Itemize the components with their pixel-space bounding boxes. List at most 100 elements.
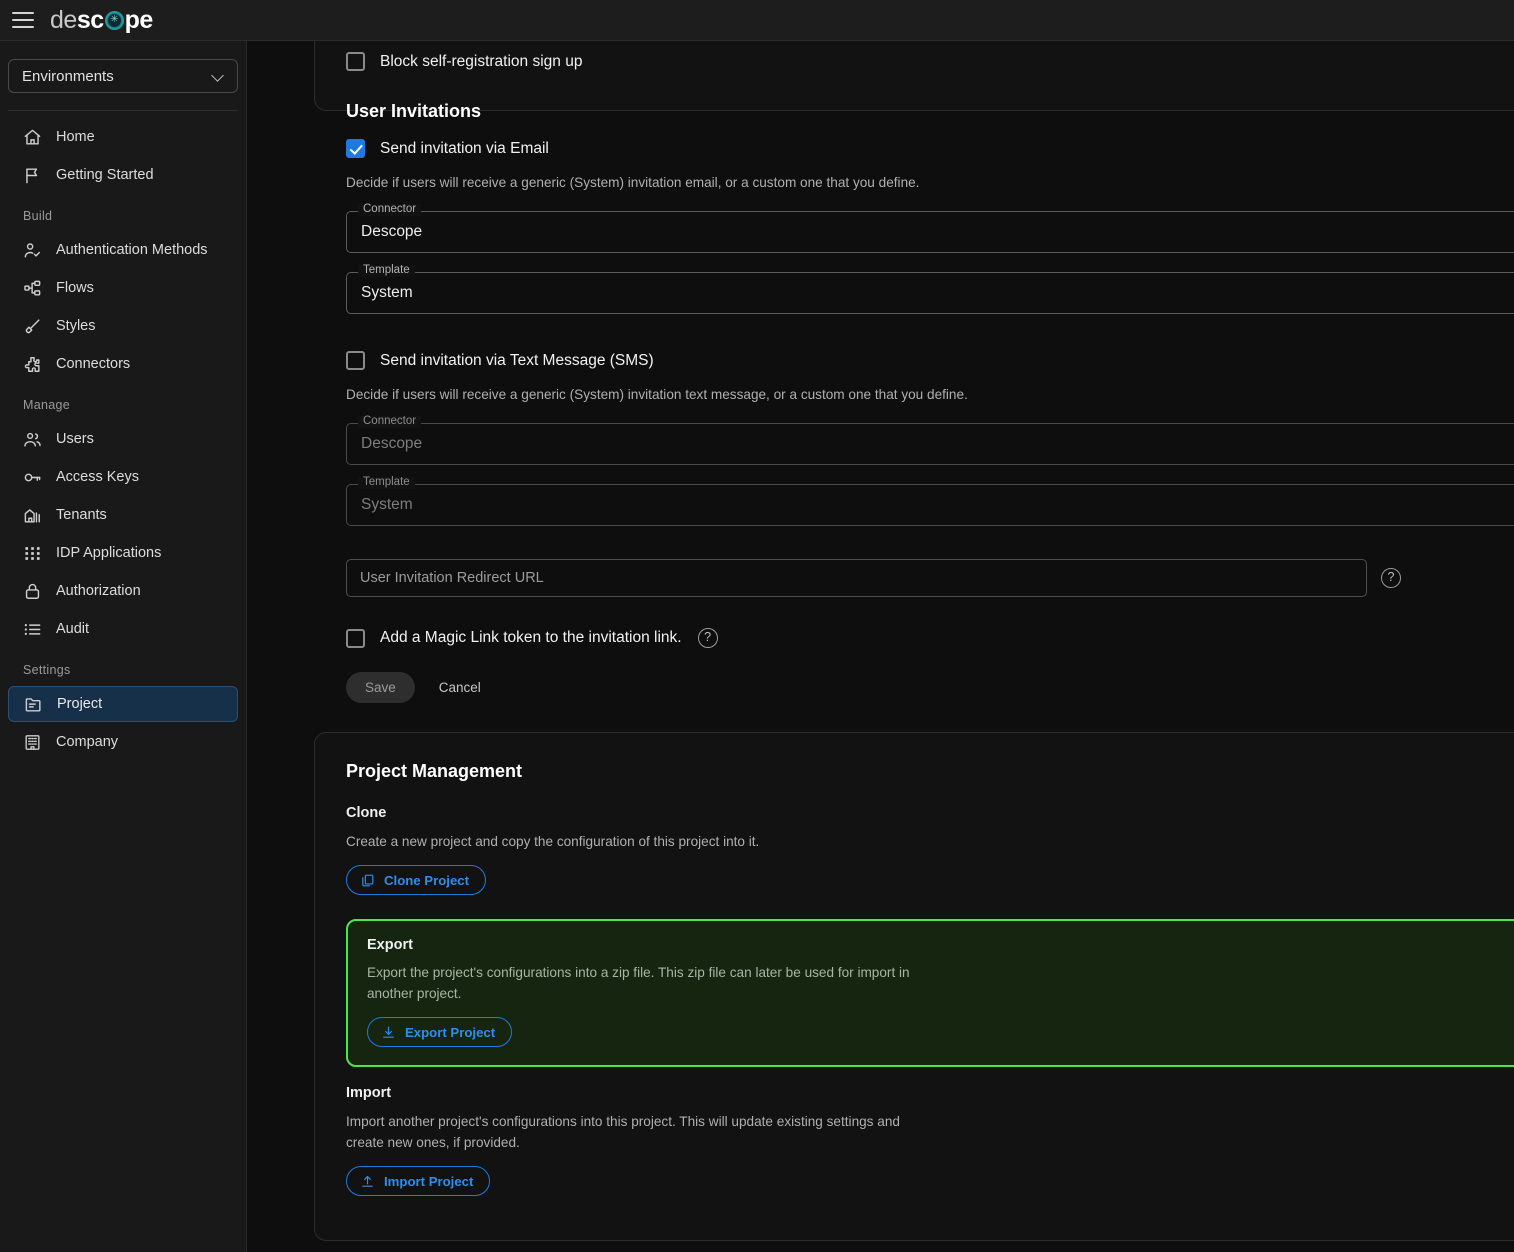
clone-project-button[interactable]: Clone Project (346, 865, 487, 896)
sidebar-item-flows[interactable]: Flows (8, 270, 238, 306)
block-self-registration-row[interactable]: Block self-registration sign up (346, 52, 1514, 71)
user-invitation-redirect-url-input[interactable]: User Invitation Redirect URL (346, 559, 1367, 598)
cancel-button[interactable]: Cancel (433, 680, 487, 695)
clone-project-button-label: Clone Project (384, 872, 470, 888)
sidebar-group-build: Build (23, 209, 53, 223)
sidebar-item-authorization[interactable]: Authorization (8, 573, 238, 609)
clone-heading: Clone (346, 805, 387, 821)
sidebar-item-users[interactable]: Users (8, 421, 238, 457)
email-connector-select[interactable]: Connector Descope (346, 204, 1514, 254)
flow-nodes-icon (23, 279, 42, 298)
send-invitation-email-row[interactable]: Send invitation via Email (346, 139, 1514, 158)
puzzle-piece-icon (23, 355, 42, 374)
main-content: Block self-registration sign up User Inv… (248, 41, 1514, 1252)
chevron-down-icon (212, 70, 225, 83)
sms-template-legend: Template (358, 477, 415, 489)
email-template-select[interactable]: Template System (346, 265, 1514, 315)
clone-description: Create a new project and copy the config… (346, 834, 760, 849)
upload-icon (360, 1174, 375, 1189)
user-invitations-title: User Invitations (346, 101, 482, 121)
home-icon (23, 128, 42, 147)
sidebar-item-home[interactable]: Home (8, 119, 238, 155)
send-invitation-sms-checkbox[interactable] (346, 351, 365, 371)
sidebar-item-label: Getting Started (56, 167, 154, 183)
block-self-registration-checkbox[interactable] (346, 52, 365, 71)
logo-text-pe: pe (124, 5, 154, 34)
project-management-panel: Project Management Clone Create a new pr… (314, 732, 1514, 1241)
sidebar-item-label: Access Keys (56, 469, 139, 485)
sms-invitation-description: Decide if users will receive a generic (… (346, 387, 968, 403)
logo-text-de: de (50, 5, 77, 34)
sidebar-group-settings: Settings (23, 663, 71, 677)
flag-icon (23, 166, 42, 185)
office-building-icon (23, 733, 42, 752)
user-check-icon (23, 241, 42, 260)
email-template-value: System (361, 284, 413, 302)
help-circle-icon[interactable]: ? (1381, 568, 1401, 589)
email-template-legend: Template (358, 265, 415, 277)
sidebar: Environments Home Getting Started Build … (0, 41, 247, 1252)
sidebar-item-label: Home (56, 129, 95, 145)
sidebar-item-audit[interactable]: Audit (8, 611, 238, 647)
sidebar-item-tenants[interactable]: Tenants (8, 497, 238, 533)
email-connector-legend: Connector (358, 204, 422, 216)
sidebar-item-connectors[interactable]: Connectors (8, 346, 238, 382)
sms-connector-select: Connector Descope (346, 416, 1514, 466)
export-section-highlighted: Export Export the project's configuratio… (346, 919, 1514, 1068)
sidebar-item-idp-applications[interactable]: IDP Applications (8, 535, 238, 571)
sidebar-item-label: Connectors (56, 356, 131, 372)
environments-selector-label: Environments (22, 67, 114, 85)
sidebar-item-label: Styles (56, 318, 96, 334)
paint-brush-icon (23, 317, 42, 336)
environments-selector[interactable]: Environments (8, 59, 238, 93)
block-self-registration-label: Block self-registration sign up (380, 52, 583, 70)
top-bar: descpe (0, 0, 1514, 41)
sidebar-item-label: Flows (56, 280, 94, 296)
sidebar-item-access-keys[interactable]: Access Keys (8, 459, 238, 495)
help-circle-icon[interactable]: ? (697, 628, 718, 649)
sidebar-item-label: Authentication Methods (56, 242, 208, 258)
sidebar-item-label: IDP Applications (56, 545, 162, 561)
magic-link-label: Add a Magic Link token to the invitation… (380, 629, 682, 647)
sms-template-value: System (361, 496, 413, 514)
building-icon (23, 506, 42, 525)
sidebar-item-project[interactable]: Project (8, 686, 238, 722)
sidebar-item-label: Audit (56, 621, 90, 637)
send-invitation-email-label: Send invitation via Email (380, 139, 549, 157)
export-project-button[interactable]: Export Project (367, 1017, 513, 1048)
sidebar-item-authentication-methods[interactable]: Authentication Methods (8, 232, 238, 268)
magic-link-checkbox[interactable] (346, 628, 365, 648)
send-invitation-sms-row[interactable]: Send invitation via Text Message (SMS) (346, 351, 1514, 371)
export-project-button-label: Export Project (405, 1024, 496, 1040)
save-button[interactable]: Save (346, 672, 415, 704)
users-icon (23, 430, 42, 449)
sidebar-item-label: Authorization (56, 583, 141, 599)
export-heading: Export (367, 937, 413, 954)
import-project-button[interactable]: Import Project (346, 1166, 491, 1197)
descope-o-mark-icon (104, 10, 124, 30)
sidebar-item-getting-started[interactable]: Getting Started (8, 157, 238, 193)
hamburger-menu-icon[interactable] (12, 8, 36, 32)
copy-icon (360, 873, 375, 888)
send-invitation-sms-label: Send invitation via Text Message (SMS) (380, 351, 654, 369)
sidebar-item-styles[interactable]: Styles (8, 308, 238, 344)
redirect-url-placeholder: User Invitation Redirect URL (360, 570, 544, 587)
download-icon (381, 1025, 396, 1040)
lock-icon (23, 582, 42, 601)
key-icon (23, 468, 42, 487)
sms-connector-legend: Connector (358, 416, 422, 428)
import-heading: Import (346, 1085, 392, 1102)
folder-icon (24, 695, 43, 714)
sidebar-item-label: Tenants (56, 507, 107, 523)
sms-template-select: Template System (346, 477, 1514, 527)
import-project-button-label: Import Project (384, 1173, 474, 1189)
import-description: Import another project's configurations … (346, 1114, 900, 1151)
sidebar-group-manage: Manage (23, 398, 70, 412)
logo-text-sc: sc (76, 5, 104, 34)
email-invitation-description: Decide if users will receive a generic (… (346, 175, 920, 190)
sidebar-item-company[interactable]: Company (8, 724, 238, 760)
list-icon (23, 620, 42, 639)
magic-link-row[interactable]: Add a Magic Link token to the invitation… (346, 628, 682, 648)
send-invitation-email-checkbox[interactable] (346, 139, 365, 158)
descope-logo[interactable]: descpe (50, 5, 154, 34)
